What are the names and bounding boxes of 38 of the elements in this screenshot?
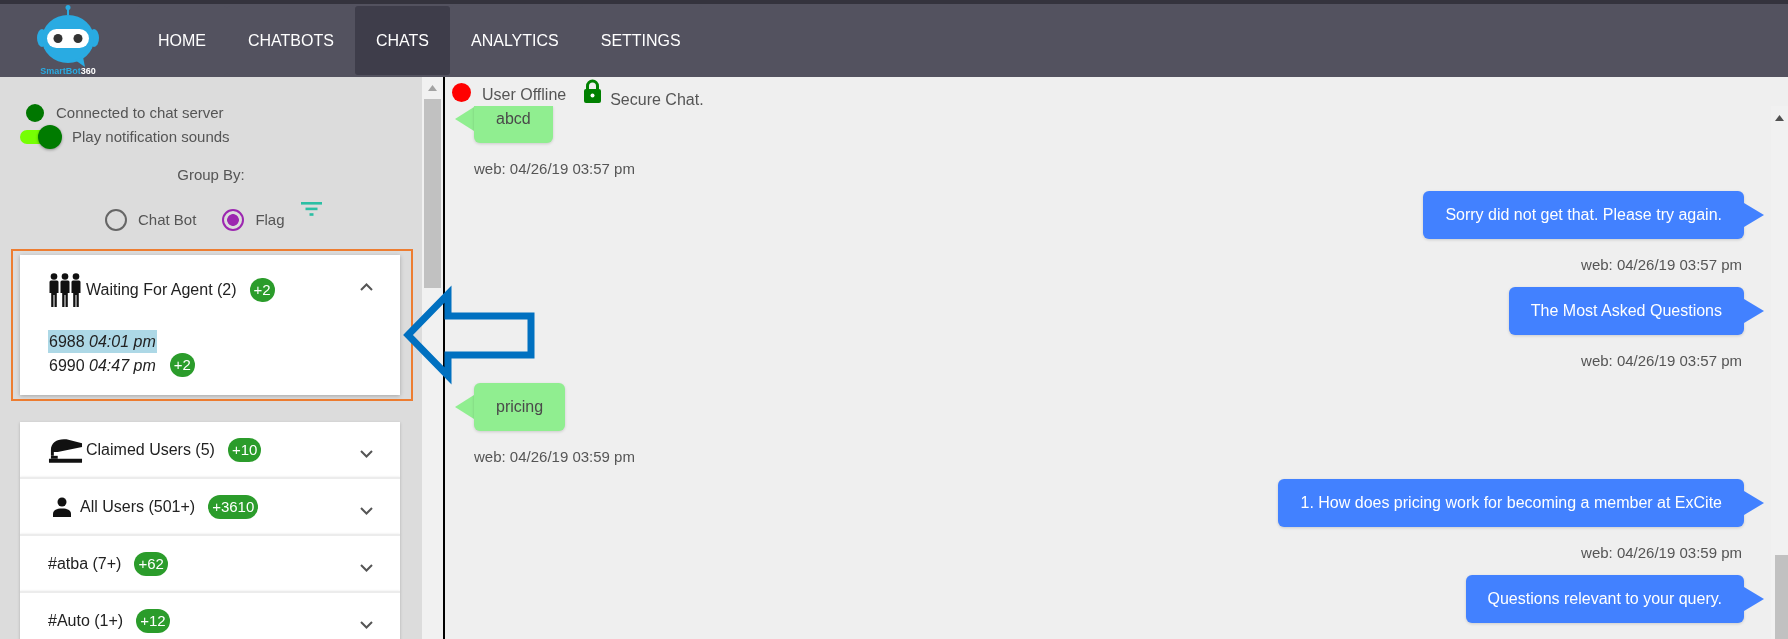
radio-label: Chat Bot — [138, 210, 197, 230]
toggle-label: Play notification sounds — [72, 127, 230, 147]
group-header[interactable]: All Users (501+) +3610 — [20, 477, 400, 534]
radio-button[interactable] — [105, 209, 127, 231]
group-header[interactable]: #Auto (1+) +12 — [20, 591, 400, 639]
message-time: web: 04/26/19 03:59 pm — [474, 447, 635, 467]
toggle-switch[interactable] — [20, 125, 62, 149]
message-time: web: 04/26/19 03:57 pm — [1581, 255, 1742, 275]
count-badge: +12 — [136, 608, 170, 633]
radio-label: Flag — [255, 210, 285, 230]
chat-item[interactable]: 6990 04:47 pm — [48, 353, 157, 377]
stapler-icon — [48, 436, 83, 463]
scrollbar-thumb[interactable] — [1775, 555, 1788, 639]
message-time: web: 04/26/19 03:59 pm — [1581, 543, 1742, 563]
robot-logo-icon — [37, 5, 99, 67]
chat-item[interactable]: 6988 04:01 pm — [48, 329, 157, 353]
count-badge: +10 — [227, 437, 262, 462]
count-badge: +2 — [249, 278, 275, 302]
status-text: User Offline — [482, 85, 567, 105]
secure-chat-label: Secure Chat. — [610, 90, 704, 110]
count-badge: +3610 — [208, 494, 259, 519]
group-header[interactable]: #atba (7+) +62 — [20, 534, 400, 591]
message-time: web: 04/26/19 03:57 pm — [474, 159, 635, 179]
scroll-up-icon[interactable] — [1775, 115, 1784, 121]
people-icon — [48, 273, 82, 307]
nav-tab[interactable]: CHATS — [354, 6, 450, 75]
group-by-label: Group By: — [177, 165, 245, 185]
group-header[interactable]: Claimed Users (5) +10 — [20, 422, 400, 477]
logo-text: SmartBot360 — [40, 67, 96, 76]
count-badge: +2 — [169, 353, 195, 377]
person-icon — [52, 496, 72, 517]
group-header[interactable]: Waiting For Agent (2) +2 — [20, 255, 400, 325]
radio-button[interactable] — [222, 209, 245, 231]
scrollbar-thumb[interactable] — [424, 99, 441, 288]
status-text: Connected to chat server — [56, 103, 224, 123]
message-time: web: 04/26/19 03:57 pm — [1581, 351, 1742, 371]
lock-icon — [583, 79, 603, 103]
count-badge: +62 — [134, 551, 168, 576]
